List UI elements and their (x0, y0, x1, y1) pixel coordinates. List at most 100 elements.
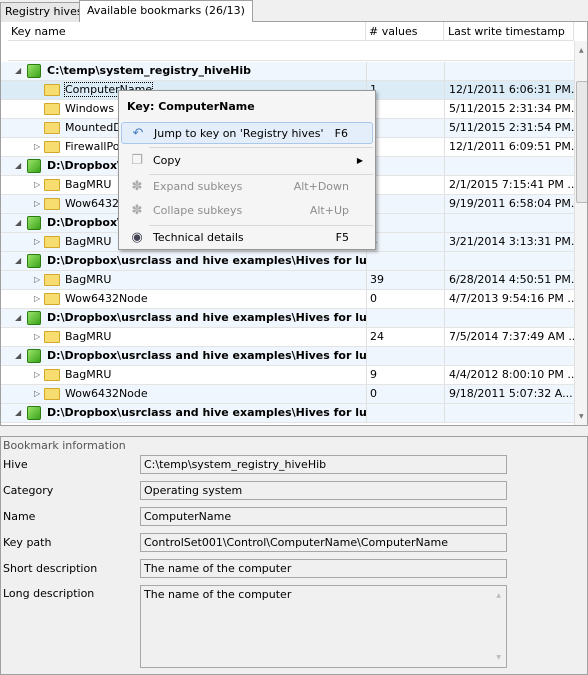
expand-arrow-icon[interactable]: ▷ (34, 142, 40, 151)
long-description-textarea[interactable]: The name of the computer ▲ ▼ (140, 585, 507, 668)
expand-arrow-icon[interactable]: ▷ (34, 275, 40, 284)
name-field[interactable]: ComputerName (140, 507, 507, 526)
scroll-down-icon[interactable]: ▼ (579, 413, 584, 420)
key-name-cell: ◢ D:\Dropbox\usrclass and hive examples\H… (1, 309, 366, 327)
values-count-cell: 24 (366, 328, 444, 346)
timestamp-cell: 9/19/2011 6:58:04 PM... (444, 195, 574, 213)
timestamp-cell: 6/28/2014 4:50:51 PM... (444, 271, 574, 289)
menu-item-shortcut: Alt+Up (309, 204, 349, 217)
expand-arrow-icon[interactable]: ▷ (34, 389, 40, 398)
hive-icon (27, 311, 41, 325)
collapse-arrow-icon[interactable]: ◢ (15, 218, 21, 227)
key-name-cell: ◢ D:\Dropbox\usrclass and hive examples\H… (1, 347, 366, 365)
menu-item-copy[interactable]: ❐ Copy ▶ (121, 150, 373, 172)
key-row[interactable]: ▷ Wow6432Node 0 4/7/2013 9:54:16 PM ... (1, 290, 574, 309)
key-name-cell: ◢ D:\Dropbox\usrclass and hive examples\H… (1, 252, 366, 270)
context-menu-title: Key: ComputerName (127, 100, 255, 113)
key-path-field[interactable]: ControlSet001\Control\ComputerName\Compu… (140, 533, 507, 552)
hive-icon (27, 159, 41, 173)
expand-arrow-icon[interactable]: ▷ (34, 294, 40, 303)
filter-row[interactable] (8, 41, 574, 61)
key-name-cell: ▷ Wow6432Node (1, 385, 366, 403)
values-count-cell: 4 (366, 233, 444, 251)
timestamp-cell: 5/11/2015 2:31:54 PM... (444, 119, 574, 137)
values-count-cell (366, 157, 444, 175)
eye-icon: ◉ (131, 230, 143, 245)
key-name-cell: ▷ Wow6432Node (1, 290, 366, 308)
folder-icon (44, 198, 60, 210)
vertical-scrollbar[interactable]: ▲ ▼ (574, 41, 587, 425)
scrollbar-thumb[interactable] (576, 81, 587, 203)
key-name: Windows (65, 102, 115, 115)
folder-icon (44, 122, 60, 134)
collapse-icon: ✽ (131, 203, 143, 218)
menu-item-technical-details[interactable]: ◉ Technical details F5 (121, 227, 373, 249)
key-name: Wow6432Node (65, 292, 148, 305)
menu-item-jump-to-key[interactable]: ↶ Jump to key on 'Registry hives' F6 (121, 122, 373, 144)
scroll-up-icon[interactable]: ▲ (496, 592, 501, 599)
collapse-arrow-icon[interactable]: ◢ (15, 351, 21, 360)
key-name-cell: ▷ BagMRU (1, 366, 366, 384)
expand-arrow-icon[interactable]: ▷ (34, 237, 40, 246)
key-name-cell: ◢ D:\Dropbox\usrclass and hive examples\H… (1, 404, 366, 422)
hive-row[interactable]: ◢ C:\temp\system_registry_hiveHib (1, 62, 574, 81)
values-count-cell: 1 (366, 81, 444, 99)
tab-bar: Registry hives Available bookmarks (26/1… (0, 0, 588, 22)
key-row[interactable]: ▷ BagMRU 9 4/4/2012 8:00:10 PM ... (1, 366, 574, 385)
values-count-cell (366, 119, 444, 137)
tab-registry-hives[interactable]: Registry hives (0, 2, 88, 22)
jump-back-arrow-icon: ↶ (132, 126, 144, 141)
short-description-field[interactable]: The name of the computer (140, 559, 507, 578)
menu-item-shortcut: Alt+Down (293, 180, 349, 193)
folder-icon (44, 388, 60, 400)
hive-field[interactable]: C:\temp\system_registry_hiveHib (140, 455, 507, 474)
hive-row[interactable]: ◢ D:\Dropbox\usrclass and hive examples\H… (1, 347, 574, 366)
timestamp-cell (444, 214, 574, 232)
values-count-cell: 39 (366, 271, 444, 289)
values-count-cell (366, 176, 444, 194)
menu-item-collapse-subkeys[interactable]: ✽ Collape subkeys Alt+Up (121, 200, 373, 222)
hive-row[interactable]: ◢ D:\Dropbox\usrclass and hive examples\H… (1, 404, 574, 423)
folder-icon (44, 369, 60, 381)
timestamp-cell: 2/1/2015 7:15:41 PM ... (444, 176, 574, 194)
folder-icon (44, 141, 60, 153)
values-count-cell (366, 100, 444, 118)
hive-row[interactable]: ◢ D:\Dropbox\usrclass and hive examples\H… (1, 252, 574, 271)
collapse-arrow-icon[interactable]: ◢ (15, 66, 21, 75)
timestamp-cell: 12/1/2011 6:09:51 PM... (444, 138, 574, 156)
expand-arrow-icon[interactable]: ▷ (34, 370, 40, 379)
timestamp-cell: 4/4/2012 8:00:10 PM ... (444, 366, 574, 384)
timestamp-cell (444, 252, 574, 270)
collapse-arrow-icon[interactable]: ◢ (15, 313, 21, 322)
bookmark-info-title: Bookmark information (3, 439, 126, 452)
collapse-arrow-icon[interactable]: ◢ (15, 161, 21, 170)
key-row[interactable]: ▷ BagMRU 39 6/28/2014 4:50:51 PM... (1, 271, 574, 290)
values-count-cell: 9 (366, 366, 444, 384)
hive-row[interactable]: ◢ D:\Dropbox\usrclass and hive examples\H… (1, 309, 574, 328)
key-row[interactable]: ▷ Wow6432Node 0 9/18/2011 5:07:32 A... (1, 385, 574, 404)
tab-available-bookmarks[interactable]: Available bookmarks (26/13) (79, 0, 253, 22)
key-path-label: Key path (3, 536, 52, 549)
column-header-key-name[interactable]: Key name (8, 22, 366, 41)
expand-arrow-icon[interactable]: ▷ (34, 199, 40, 208)
name-label: Name (3, 510, 36, 523)
expand-arrow-icon[interactable]: ▷ (34, 332, 40, 341)
collapse-arrow-icon[interactable]: ◢ (15, 256, 21, 265)
hive-icon (27, 406, 41, 420)
key-name: D:\Dropbox\usrclass and hive examples\Hi… (47, 349, 366, 362)
values-count-cell (366, 138, 444, 156)
column-header-values[interactable]: # values (366, 22, 444, 41)
values-count-cell (366, 214, 444, 232)
menu-item-expand-subkeys[interactable]: ✽ Expand subkeys Alt+Down (121, 176, 373, 198)
key-row[interactable]: ▷ BagMRU 24 7/5/2014 7:37:49 AM ... (1, 328, 574, 347)
expand-arrow-icon[interactable]: ▷ (34, 180, 40, 189)
scroll-up-icon[interactable]: ▲ (579, 47, 584, 54)
menu-item-shortcut: F5 (335, 231, 349, 244)
category-field[interactable]: Operating system (140, 481, 507, 500)
submenu-arrow-icon: ▶ (356, 156, 363, 165)
timestamp-cell (444, 404, 574, 422)
key-name: BagMRU (65, 178, 112, 191)
collapse-arrow-icon[interactable]: ◢ (15, 408, 21, 417)
column-header-timestamp[interactable]: Last write timestamp (444, 22, 574, 41)
scroll-down-icon[interactable]: ▼ (496, 654, 501, 661)
